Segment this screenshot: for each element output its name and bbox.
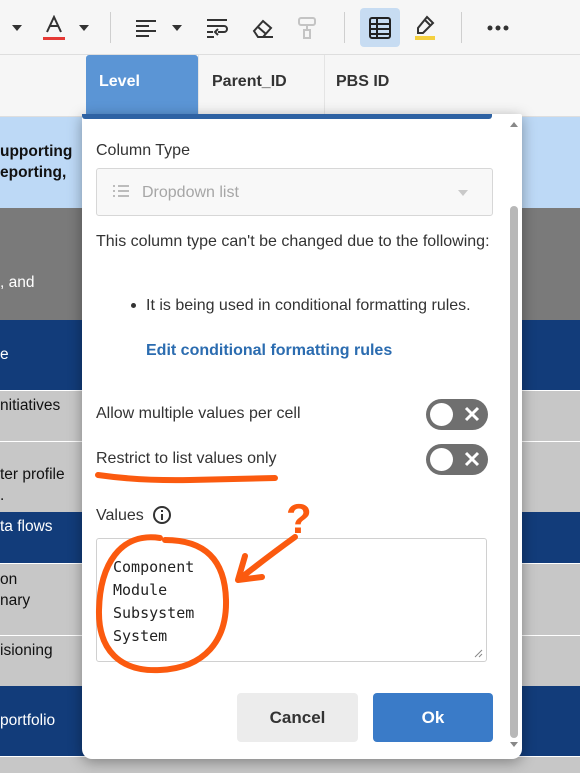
chevron-down-icon [458, 190, 468, 196]
edit-conditional-formatting-link[interactable]: Edit conditional formatting rules [146, 342, 392, 360]
ok-button[interactable]: Ok [373, 693, 493, 742]
grid-view-icon[interactable] [366, 0, 394, 55]
format-painter-icon[interactable] [294, 0, 320, 55]
value-item: Module [113, 581, 168, 599]
row-text: , and [0, 274, 35, 291]
values-list: Component Module Subsystem System [113, 556, 194, 648]
column-header-parent-id[interactable]: Parent_ID [198, 55, 324, 117]
row-text: ter profile [0, 466, 65, 483]
scrollbar-thumb[interactable] [510, 206, 518, 738]
value-item: System [113, 627, 168, 645]
resize-grip-icon[interactable] [474, 649, 483, 658]
eraser-icon[interactable] [250, 0, 276, 55]
chevron-down-icon[interactable] [8, 0, 26, 55]
row-text: nary [0, 592, 31, 609]
column-type-label: Column Type [96, 142, 190, 159]
row-text: upporting [0, 143, 73, 160]
scroll-down-icon[interactable] [510, 742, 518, 747]
align-left-icon[interactable] [133, 0, 159, 55]
close-icon [464, 451, 480, 467]
column-properties-dialog: Column Type Dropdown list This column ty… [82, 114, 522, 759]
value-item: Component [113, 558, 195, 576]
column-header-label: Parent_ID [212, 73, 287, 90]
column-header-pbs-id[interactable]: PBS ID [324, 55, 580, 117]
chevron-down-icon[interactable] [75, 0, 93, 55]
cannot-change-text: This column type can't be changed due to… [96, 233, 490, 250]
close-icon [464, 406, 480, 422]
restrict-values-toggle[interactable] [426, 444, 488, 475]
highlight-icon[interactable] [411, 0, 439, 55]
scroll-up-icon[interactable] [510, 122, 518, 127]
column-header-label: PBS ID [336, 73, 390, 90]
values-textarea[interactable]: Component Module Subsystem System [96, 538, 487, 662]
value-item: Subsystem [113, 604, 195, 622]
text-color-icon[interactable] [40, 0, 68, 55]
row-text: ta flows [0, 518, 53, 535]
info-icon[interactable] [153, 506, 171, 524]
column-header-label: Level [99, 73, 140, 90]
row-text: e [0, 346, 9, 363]
reason-text: It is being used in conditional formatti… [146, 297, 471, 314]
values-label: Values [96, 507, 144, 524]
list-icon [113, 185, 129, 197]
table-row[interactable] [0, 757, 580, 773]
cancel-button[interactable]: Cancel [237, 693, 358, 742]
column-header-level[interactable]: Level [86, 55, 198, 117]
toolbar [0, 0, 580, 55]
row-text: . [0, 487, 5, 504]
allow-multiple-toggle[interactable] [426, 399, 488, 430]
column-header-prev[interactable] [0, 55, 86, 117]
column-type-value: Dropdown list [142, 184, 239, 201]
bullet-icon [131, 303, 136, 308]
column-type-select[interactable]: Dropdown list [96, 168, 493, 216]
row-text: eporting, [0, 164, 67, 181]
more-icon[interactable] [484, 0, 512, 55]
row-text: portfolio [0, 712, 56, 729]
chevron-down-icon[interactable] [168, 0, 186, 55]
allow-multiple-label: Allow multiple values per cell [96, 405, 301, 422]
row-text: nitiatives [0, 397, 61, 414]
restrict-values-label: Restrict to list values only [96, 450, 277, 467]
row-text: isioning [0, 642, 53, 659]
wrap-text-icon[interactable] [204, 0, 232, 55]
row-text: on [0, 571, 18, 588]
